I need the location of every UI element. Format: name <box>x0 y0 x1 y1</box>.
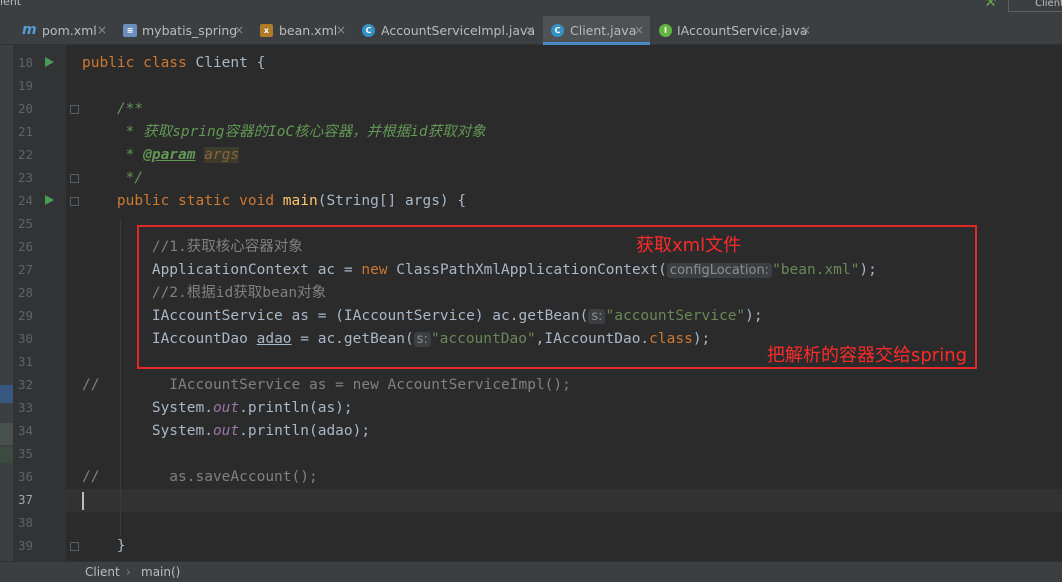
method-name: main <box>282 193 318 209</box>
line-number: 23 <box>18 170 34 185</box>
static-field: out <box>212 423 240 439</box>
annotation-get-xml: 获取xml文件 <box>636 235 742 256</box>
line-number: 37 <box>18 492 34 507</box>
text-caret <box>82 492 84 510</box>
line-number: 27 <box>18 262 34 277</box>
interface-icon: I <box>659 24 672 37</box>
breadcrumb-client[interactable]: Client <box>85 565 120 579</box>
fold-marker-icon[interactable] <box>70 197 79 206</box>
tab-label: mybatis_spring <box>142 23 238 38</box>
title-strip: ient ⚒ Client <box>0 0 1062 16</box>
doc-text <box>196 147 205 163</box>
edge-marker <box>0 385 13 403</box>
fold-marker-icon[interactable] <box>70 542 79 551</box>
code-line-39: } <box>82 538 126 554</box>
class-icon: C <box>551 24 564 37</box>
line-number: 24 <box>18 193 34 208</box>
line-number: 28 <box>18 285 34 300</box>
keyword: public static void <box>82 193 283 209</box>
line-number: 35 <box>18 446 34 461</box>
close-icon[interactable]: × <box>97 16 107 45</box>
code-text: Client { <box>186 55 266 71</box>
line-number: 30 <box>18 331 34 346</box>
code-line-21: * 获取spring容器的IoC核心容器，并根据id获取对象 <box>82 124 486 140</box>
code-line-36: // as.saveAccount(); <box>82 469 318 485</box>
close-icon[interactable]: × <box>336 16 346 45</box>
tab-mybatis-spring[interactable]: ≡ mybatis_spring × <box>114 16 249 45</box>
current-line-highlight <box>66 489 1062 512</box>
line-number: 31 <box>18 354 34 369</box>
line-number: 34 <box>18 423 34 438</box>
doc-arg: args <box>204 147 240 163</box>
code-line-20: /** <box>82 101 144 117</box>
line-number: 26 <box>18 239 34 254</box>
close-icon[interactable]: × <box>801 16 811 45</box>
tab-client-java[interactable]: C Client.java × <box>543 16 650 45</box>
run-class-icon[interactable] <box>45 57 54 67</box>
code-text: System. <box>82 400 213 416</box>
line-number: 20 <box>18 101 34 116</box>
close-icon[interactable]: × <box>234 16 244 45</box>
code-text: .println(as); <box>239 400 353 416</box>
line-number: 21 <box>18 124 34 139</box>
line-number: 36 <box>18 469 34 484</box>
tab-label: pom.xml <box>42 23 97 38</box>
line-number: 29 <box>18 308 34 323</box>
line-number: 19 <box>18 78 34 93</box>
line-number: 32 <box>18 377 34 392</box>
close-icon[interactable]: × <box>525 16 535 45</box>
line-number: 25 <box>18 216 34 231</box>
tab-label: Client.java <box>570 23 637 38</box>
line-number: 33 <box>18 400 34 415</box>
tab-bean-xml[interactable]: x bean.xml × <box>250 16 350 45</box>
maven-icon: m <box>22 22 37 38</box>
run-main-icon[interactable] <box>45 195 54 205</box>
tab-account-service-impl[interactable]: C AccountServiceImpl.java × <box>351 16 542 45</box>
editor-tab-bar: m pom.xml × ≡ mybatis_spring × x bean.xm… <box>0 16 1062 45</box>
line-number: 22 <box>18 147 34 162</box>
module-icon: ≡ <box>123 24 137 37</box>
build-hammer-icon[interactable]: ⚒ <box>984 0 997 10</box>
tab-iaccount-service[interactable]: I IAccountService.java × <box>651 16 821 45</box>
annotation-give-spring: 把解析的容器交给spring <box>767 345 968 366</box>
doc-tag: @param <box>143 147 196 163</box>
close-icon[interactable]: × <box>634 16 644 45</box>
tool-window-edge <box>0 45 13 561</box>
code-line-32: // IAccountService as = new AccountServi… <box>82 377 571 393</box>
code-text: .println(adao); <box>239 423 371 439</box>
edge-marker <box>0 447 13 463</box>
spring-bean-xml-icon: x <box>260 24 273 37</box>
tab-pom-xml[interactable]: m pom.xml × <box>0 16 113 45</box>
line-number: 38 <box>18 515 34 530</box>
code-line-18: public class Client { <box>82 52 265 75</box>
line-number: 39 <box>18 538 34 553</box>
tab-label: bean.xml <box>279 23 338 38</box>
line-number: 18 <box>18 55 34 70</box>
fold-marker-icon[interactable] <box>70 174 79 183</box>
class-icon: C <box>362 24 375 37</box>
doc-text: * <box>82 147 144 163</box>
code-line-34: System.out.println(adao); <box>82 420 370 443</box>
breadcrumb-separator: › <box>126 565 131 579</box>
tab-label: IAccountService.java <box>677 23 808 38</box>
edge-marker <box>0 423 13 445</box>
code-line-33: System.out.println(as); <box>82 397 353 420</box>
breadcrumb-bar: Client › main() <box>0 561 1062 582</box>
code-text: (String[] args) { <box>317 193 467 209</box>
code-editor[interactable]: 18 19 20 21 22 23 24 25 26 27 28 29 30 31 32 33 34 35 36 37… <box>0 45 1062 561</box>
window-title: ient <box>0 0 22 8</box>
code-line-24: public static void main(String[] args) { <box>82 190 466 213</box>
code-text: System. <box>82 423 213 439</box>
run-configuration-selector[interactable]: Client <box>1008 0 1062 12</box>
code-line-23: */ <box>82 170 144 186</box>
static-field: out <box>212 400 240 416</box>
breadcrumb-main[interactable]: main() <box>141 565 180 579</box>
keyword: public class <box>82 55 187 71</box>
tab-label: AccountServiceImpl.java <box>381 23 536 38</box>
fold-marker-icon[interactable] <box>70 105 79 114</box>
code-line-22: * @param args <box>82 144 240 167</box>
